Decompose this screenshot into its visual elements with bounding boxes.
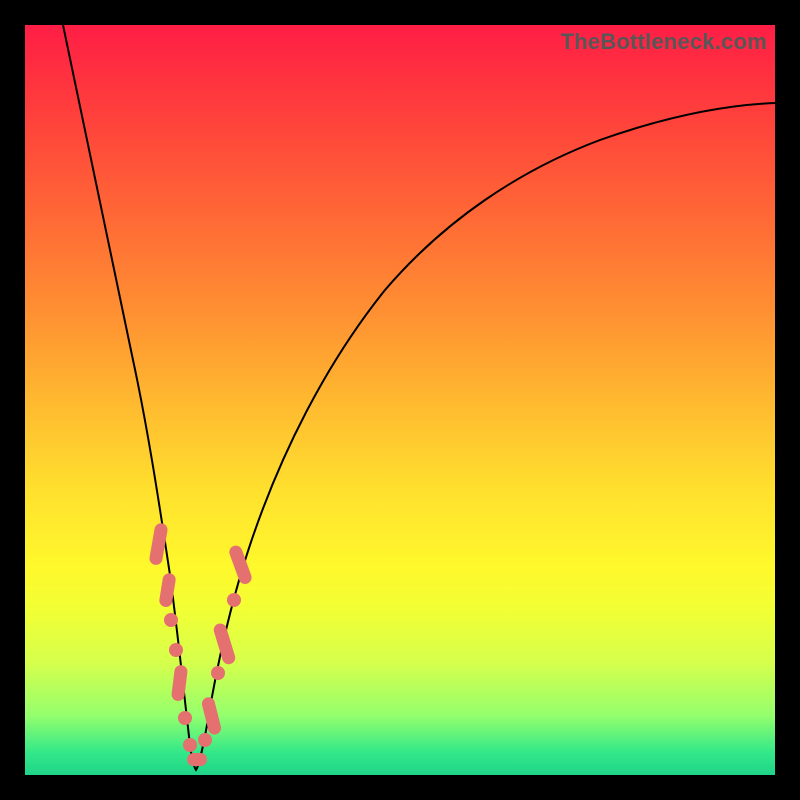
- bottleneck-curve: [63, 25, 775, 770]
- chart-svg: [25, 25, 775, 775]
- plot-area: TheBottleneck.com: [25, 25, 775, 775]
- marker-cluster: [148, 522, 253, 766]
- chart-frame: TheBottleneck.com: [0, 0, 800, 800]
